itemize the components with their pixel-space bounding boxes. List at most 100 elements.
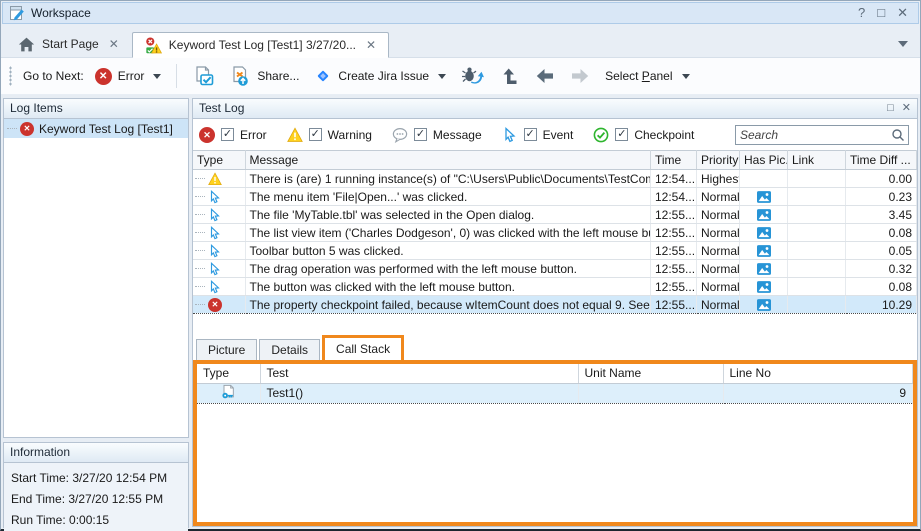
call-stack-table: Type Test Unit Name Line No Test1() 9: [197, 364, 913, 404]
workspace-window: Workspace ? □ ✕ Start Page ✕ Keyword Tes…: [0, 0, 921, 531]
checkpoint-icon: [593, 127, 609, 142]
work-area: Log Items Keyword Test Log [Test1] Infor…: [2, 95, 919, 531]
column-header-message[interactable]: Message: [245, 150, 651, 170]
workspace-icon: [10, 6, 24, 21]
message-checkbox[interactable]: [413, 128, 427, 141]
panel-close-button[interactable]: ✕: [902, 99, 911, 118]
filter-message[interactable]: Message: [392, 127, 482, 143]
filter-warning[interactable]: Warning: [286, 126, 372, 143]
tab-list-dropdown-icon[interactable]: [898, 41, 908, 47]
event-icon: [210, 243, 220, 257]
window-title: Workspace: [31, 6, 91, 20]
column-header-type[interactable]: Type: [197, 364, 261, 384]
close-icon[interactable]: ✕: [366, 38, 376, 52]
column-header-unit-name[interactable]: Unit Name: [578, 364, 724, 384]
select-panel-button[interactable]: Select Panel: [601, 66, 693, 86]
error-icon: [94, 67, 112, 85]
column-header-time-diff[interactable]: Time Diff ...: [845, 150, 917, 170]
test-log-panel: Test Log □ ✕ Error: [192, 98, 918, 527]
event-checkbox[interactable]: [523, 128, 537, 141]
search-box: [735, 124, 909, 145]
toolbar-separator: [176, 64, 178, 88]
filter-checkpoint[interactable]: Checkpoint: [593, 127, 694, 143]
warning-icon: [286, 126, 303, 142]
log-row[interactable]: Toolbar button 5 was clicked. 12:55... N…: [193, 241, 917, 260]
log-row[interactable]: The drag operation was performed with th…: [193, 259, 917, 278]
column-header-priority[interactable]: Priority: [696, 150, 740, 170]
start-time-text: Start Time: 3/27/20 12:54 PM: [11, 471, 168, 485]
log-item-keyword-test-log[interactable]: Keyword Test Log [Test1]: [4, 119, 188, 138]
error-icon: [199, 126, 215, 143]
test-log-header: Test Log □ ✕: [193, 99, 917, 119]
title-bar: Workspace ? □ ✕: [2, 2, 919, 24]
search-input[interactable]: [736, 127, 891, 142]
information-header: Information: [4, 443, 188, 463]
column-header-line-no[interactable]: Line No: [723, 364, 913, 384]
tab-call-stack[interactable]: Call Stack: [322, 335, 405, 360]
picture-icon[interactable]: [756, 245, 771, 258]
message-cell: There is (are) 1 running instance(s) of …: [245, 169, 651, 188]
column-header-type[interactable]: Type: [193, 150, 246, 170]
has-picture-cell: [739, 169, 788, 188]
event-icon: [504, 126, 516, 142]
log-row[interactable]: There is (are) 1 running instance(s) of …: [193, 169, 917, 188]
log-row[interactable]: The button was clicked with the left mou…: [193, 277, 917, 296]
picture-icon[interactable]: [756, 281, 771, 294]
panel-maximize-button[interactable]: □: [887, 99, 894, 118]
create-jira-issue-button[interactable]: Create Jira Issue: [310, 64, 450, 88]
search-icon: [892, 128, 904, 141]
column-header-has-picture[interactable]: Has Pic...: [739, 150, 788, 170]
post-defect-button[interactable]: [457, 62, 489, 90]
log-table-header-row: Type Message Time Priority Has Pic... Li…: [193, 150, 917, 170]
call-stack-row-selected[interactable]: Test1() 9: [197, 382, 913, 404]
log-row-selected[interactable]: The property checkpoint failed, because …: [193, 295, 917, 314]
warning-icon: [208, 171, 222, 185]
close-button[interactable]: ✕: [897, 5, 908, 21]
message-icon: [392, 127, 408, 143]
go-to-next-error-button[interactable]: Error: [91, 65, 166, 88]
forward-button[interactable]: [566, 63, 594, 89]
picture-icon[interactable]: [756, 263, 771, 276]
event-icon: [210, 189, 220, 203]
go-up-button[interactable]: [496, 63, 524, 89]
error-icon: [20, 121, 34, 136]
tab-details[interactable]: Details: [259, 339, 321, 360]
chevron-down-icon: [681, 73, 690, 79]
right-arrow-icon: [572, 69, 589, 83]
line-no-cell: 9: [723, 382, 913, 404]
keyword-test-icon: [222, 384, 235, 398]
log-table: Type Message Time Priority Has Pic... Li…: [193, 150, 917, 314]
log-row[interactable]: The menu item 'File|Open...' was clicked…: [193, 187, 917, 206]
picture-icon[interactable]: [756, 191, 771, 204]
export-results-button[interactable]: [188, 62, 218, 90]
close-icon[interactable]: ✕: [109, 37, 119, 51]
filter-bar: Error Warning: [193, 119, 917, 150]
log-row[interactable]: The list view item ('Charles Dodgeson', …: [193, 223, 917, 242]
priority-cell: Highest: [696, 169, 740, 188]
maximize-button[interactable]: □: [877, 5, 885, 21]
column-header-time[interactable]: Time: [650, 150, 697, 170]
filter-event[interactable]: Event: [502, 126, 573, 143]
picture-icon[interactable]: [756, 299, 771, 312]
bug-arrow-icon: [462, 67, 485, 84]
tab-start-page[interactable]: Start Page ✕: [5, 31, 132, 57]
log-row[interactable]: The file 'MyTable.tbl' was selected in t…: [193, 205, 917, 224]
share-button[interactable]: Share...: [225, 62, 303, 90]
information-body: Start Time: 3/27/20 12:54 PM End Time: 3…: [4, 463, 188, 531]
toolbar-grip[interactable]: [9, 66, 12, 86]
log-items-panel: Log Items Keyword Test Log [Test1]: [3, 98, 189, 438]
tab-picture[interactable]: Picture: [196, 339, 258, 360]
help-button[interactable]: ?: [858, 5, 865, 21]
home-icon: [18, 37, 35, 51]
back-button[interactable]: [531, 63, 559, 89]
tab-keyword-test-log[interactable]: Keyword Test Log [Test1] 3/27/20... ✕: [131, 32, 390, 58]
filter-error[interactable]: Error: [199, 126, 267, 143]
column-header-test[interactable]: Test: [260, 364, 579, 384]
picture-icon[interactable]: [756, 209, 771, 222]
error-checkbox[interactable]: [221, 128, 234, 141]
column-header-link[interactable]: Link: [787, 150, 846, 170]
picture-icon[interactable]: [756, 227, 771, 240]
checkpoint-checkbox[interactable]: [615, 128, 629, 141]
warning-checkbox[interactable]: [308, 128, 322, 141]
go-to-next-label: Go to Next:: [23, 69, 84, 83]
